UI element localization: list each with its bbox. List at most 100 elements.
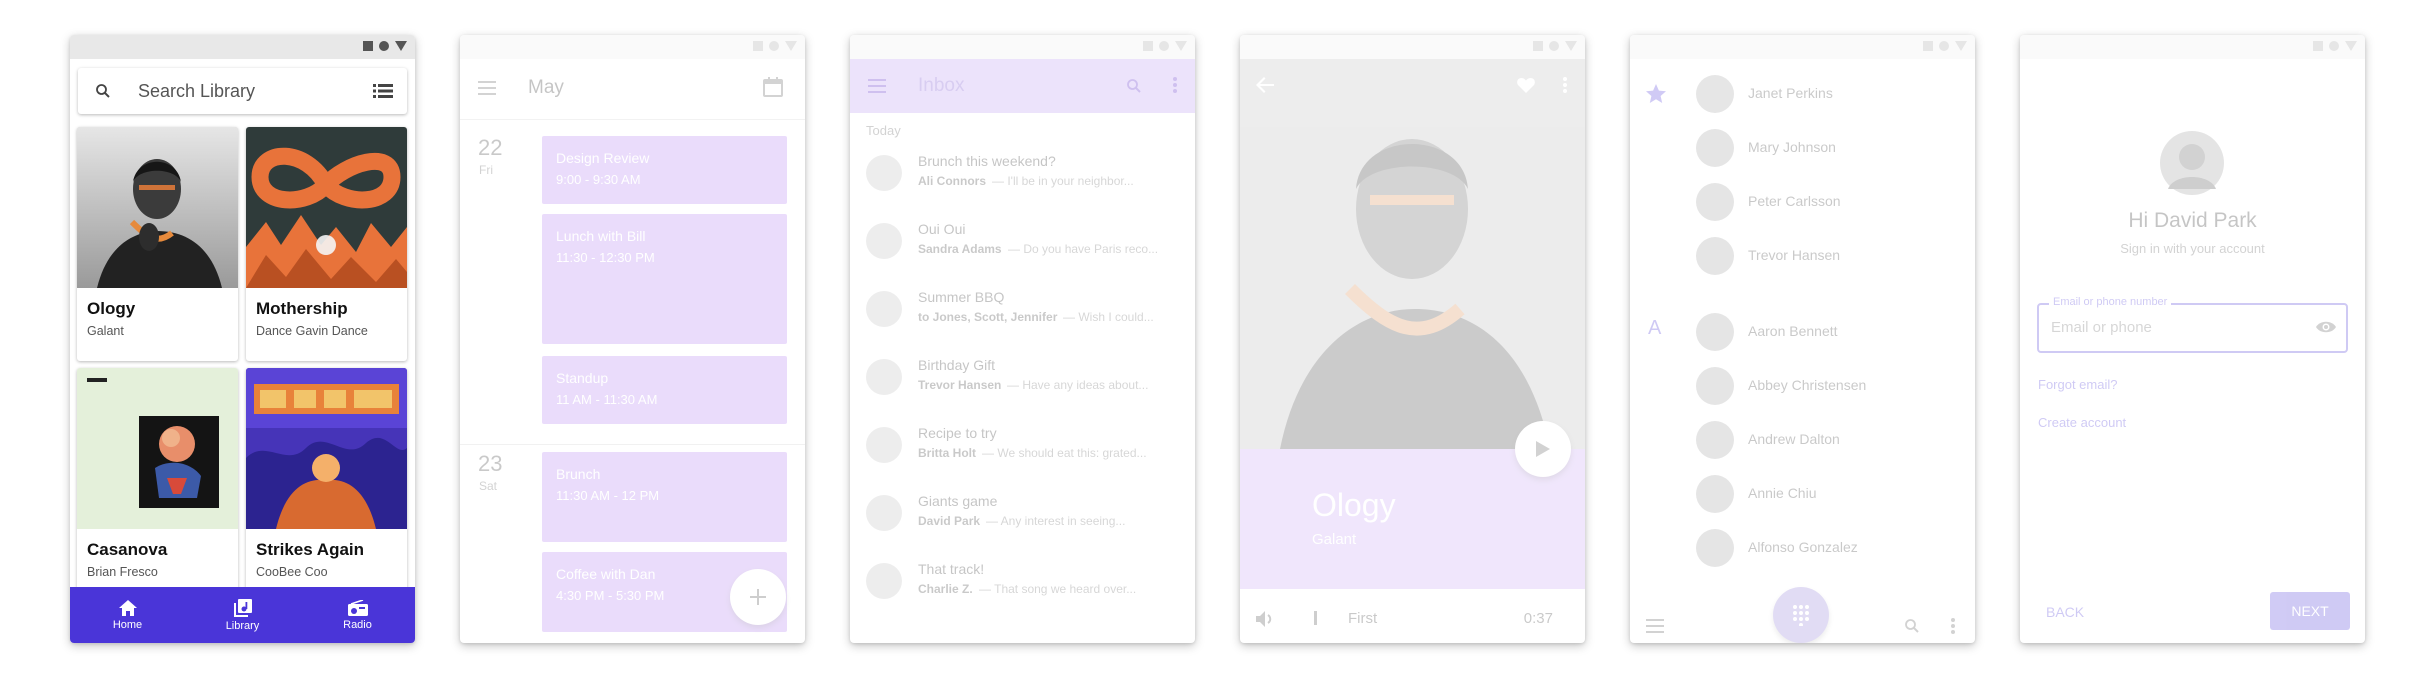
contact-name: Janet Perkins [1748, 85, 1833, 101]
avatar [866, 155, 902, 191]
avatar [866, 563, 902, 599]
email-row[interactable]: That track! Charlie Z. — That song we hear… [850, 555, 1195, 615]
email-field[interactable]: Email or phone number Email or phone [2037, 296, 2348, 353]
email-preview: — Have any ideas about... [1007, 378, 1149, 392]
email-sender: Ali Connors [918, 174, 986, 188]
email-row[interactable]: Oui Oui Sandra Adams — Do you have Paris r… [850, 215, 1195, 275]
search-bar[interactable]: Search Library [78, 68, 407, 114]
album-card-mothership[interactable]: Mothership Dance Gavin Dance [246, 127, 407, 361]
email-preview: — Any interest in seeing... [986, 514, 1126, 528]
event-title: Lunch with Bill [556, 228, 646, 244]
event-time: 9:00 - 9:30 AM [556, 172, 641, 187]
email-sender: Charlie Z. [918, 582, 973, 596]
email-input[interactable]: Email or phone [2051, 319, 2152, 336]
menu-icon[interactable] [478, 81, 496, 95]
forgot-email-link[interactable]: Forgot email? [2038, 377, 2117, 392]
event-card[interactable]: Lunch with Bill 11:30 - 12:30 PM [542, 214, 787, 344]
dialpad-button[interactable] [1773, 587, 1829, 643]
album-card-casanova[interactable]: Casanova Brian Fresco [77, 368, 238, 602]
back-button[interactable]: BACK [2046, 604, 2084, 620]
day-date: 22 [478, 135, 503, 160]
battery-icon [1565, 41, 1577, 51]
add-event-button[interactable] [730, 569, 786, 625]
event-card[interactable]: Design Review 9:00 - 9:30 AM [542, 136, 787, 204]
contact-row[interactable]: Andrew Dalton [1630, 419, 1975, 463]
search-icon[interactable] [1903, 617, 1921, 635]
contact-row[interactable]: Peter Carlsson [1630, 181, 1975, 225]
contact-row[interactable]: Abbey Christensen [1630, 365, 1975, 409]
more-vert-icon[interactable] [1563, 77, 1567, 93]
signal-icon [1533, 41, 1543, 51]
email-sender: Britta Holt [918, 446, 976, 460]
month-title: May [528, 77, 564, 98]
more-vert-icon[interactable] [1173, 77, 1177, 93]
event-card[interactable]: Brunch 11:30 AM - 12 PM [542, 452, 787, 542]
email-subject: Recipe to try [918, 425, 997, 441]
search-input[interactable]: Search Library [138, 81, 255, 102]
search-icon[interactable] [94, 82, 112, 100]
wifi-icon [2329, 41, 2339, 51]
contact-row[interactable]: Annie Chiu [1630, 473, 1975, 517]
menu-icon[interactable] [1646, 619, 1664, 633]
event-card[interactable]: Standup 11 AM - 11:30 AM [542, 356, 787, 424]
email-sender: to Jones, Scott, Jennifer [918, 310, 1058, 324]
wifi-icon [1549, 41, 1559, 51]
album-art-strikes-again [246, 368, 407, 529]
avatar [1696, 367, 1734, 405]
email-sender: Trevor Hansen [918, 378, 1002, 392]
email-subject: Summer BBQ [918, 289, 1005, 305]
menu-icon[interactable] [868, 79, 886, 93]
contact-row[interactable]: Aaron Bennett [1630, 311, 1975, 355]
play-button[interactable] [1515, 421, 1571, 477]
search-icon[interactable] [1125, 77, 1143, 95]
contact-row[interactable]: Alfonso Gonzalez [1630, 527, 1975, 571]
email-subject: Oui Oui [918, 221, 966, 237]
email-row[interactable]: Giants game David Park — Any interest in s… [850, 487, 1195, 547]
calendar-screen: May 22 Fri Design Review 9:00 - 9:30 AM … [460, 35, 805, 643]
library-screen: Search Library Ology Galant Mothership D… [70, 35, 415, 643]
back-arrow-icon[interactable] [1256, 77, 1274, 93]
nav-item-library[interactable]: Library [185, 587, 300, 643]
inbox-screen: Inbox Today Brunch this weekend? Ali Conn… [850, 35, 1195, 643]
create-account-link[interactable]: Create account [2038, 415, 2126, 430]
visibility-icon[interactable] [2316, 320, 2336, 334]
play-icon [1536, 441, 1550, 457]
email-row[interactable]: Summer BBQ to Jones, Scott, Jennifer — Wis… [850, 283, 1195, 343]
album-artist: Brian Fresco [87, 565, 158, 579]
favorite-icon[interactable] [1517, 77, 1535, 93]
nav-item-radio[interactable]: Radio [300, 587, 415, 643]
avatar [1696, 475, 1734, 513]
avatar [1696, 529, 1734, 567]
day-weekday: Sat [479, 479, 498, 493]
album-card-strikes-again[interactable]: Strikes Again CooBee Coo [246, 368, 407, 602]
battery-icon [2345, 41, 2357, 51]
volume-icon[interactable] [1256, 611, 1274, 627]
email-subject: Brunch this weekend? [918, 153, 1056, 169]
album-artist: CooBee Coo [256, 565, 328, 579]
contact-name: Alfonso Gonzalez [1748, 539, 1858, 555]
album-artist: Galant [87, 324, 124, 338]
contact-row[interactable]: Janet Perkins [1630, 73, 1975, 117]
avatar [1696, 129, 1734, 167]
album-card-ology[interactable]: Ology Galant [77, 127, 238, 361]
bottom-navigation: Home Library Radio [70, 587, 415, 643]
contact-name: Mary Johnson [1748, 139, 1836, 155]
email-row[interactable]: Brunch this weekend? Ali Connors — I'll be… [850, 147, 1195, 207]
event-title: Design Review [556, 150, 650, 166]
event-title: Coffee with Dan [556, 566, 656, 582]
list-view-icon[interactable] [373, 83, 393, 99]
contact-row[interactable]: Mary Johnson [1630, 127, 1975, 171]
status-bar [2020, 35, 2365, 59]
nav-item-home[interactable]: Home [70, 587, 185, 643]
next-button[interactable]: NEXT [2270, 592, 2350, 630]
event-title: Brunch [556, 466, 601, 482]
track-title: First [1348, 610, 1378, 627]
status-bar [70, 35, 415, 59]
calendar-icon[interactable] [763, 77, 783, 97]
email-preview: — Do you have Paris reco... [1008, 242, 1159, 256]
avatar [2160, 131, 2224, 195]
more-vert-icon[interactable] [1951, 618, 1955, 634]
contact-row[interactable]: Trevor Hansen [1630, 235, 1975, 279]
email-row[interactable]: Birthday Gift Trevor Hansen — Have any ide… [850, 351, 1195, 411]
email-row[interactable]: Recipe to try Britta Holt — We should eat … [850, 419, 1195, 479]
